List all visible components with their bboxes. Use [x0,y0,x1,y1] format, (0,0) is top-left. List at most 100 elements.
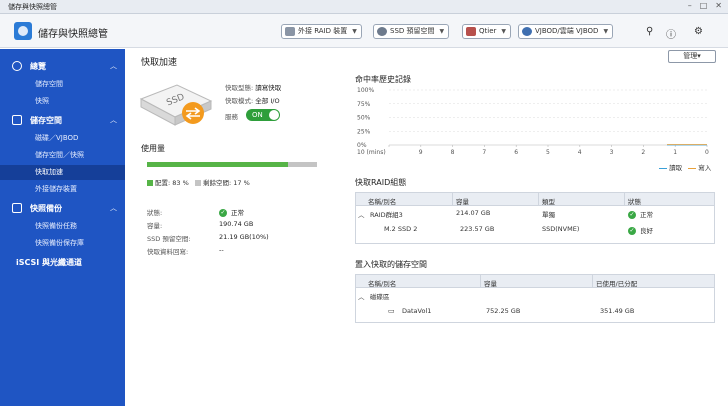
sidebar-section-iscsi[interactable]: iSCSI 與光纖通道 [0,254,125,270]
collapse-icon[interactable]: ︿ [358,209,365,219]
storage-icon [12,115,22,125]
close-icon[interactable]: ✕ [715,1,722,10]
raid-type: 單獨 [542,211,555,219]
sidebar-item-storage-snapshots[interactable]: 儲存空間／快照 [0,148,125,163]
sidebar: 總覽 ︿ 儲存空間 快照 儲存空間 ︿ 磁碟／VJBOD 儲存空間／快照 快取加… [0,49,125,406]
table-row[interactable]: ︿ RAID群組3 214.07 GB 單獨 ✓ 正常 [356,206,714,222]
search-tool-icon[interactable]: ⚲ [646,26,653,37]
sidebar-item-storage[interactable]: 儲存空間 [0,77,125,92]
cache-type: 快取型態: 讀寫快取 [225,84,282,92]
sidebar-item-snapshot-jobs[interactable]: 快照備份任務 [0,219,125,234]
sidebar-item-snapshot[interactable]: 快照 [0,94,125,109]
vjbod-button[interactable]: VJBOD/雲端 VJBOD ▼ [518,24,614,39]
usage-title: 使用量 [141,144,165,153]
cache-type-value: 讀寫快取 [255,84,282,92]
app-logo-icon [14,22,32,40]
check-icon: ✓ [628,227,636,235]
x-tick-label: 4 [578,149,582,156]
cached-spaces-title: 置入快取的儲存空間 [355,260,427,269]
x-tick-label: 10 (mins) [357,149,386,156]
used-legend-label: 配置: 83 % [155,179,189,187]
qtier-button[interactable]: Qtier ▼ [462,24,512,39]
table-header: 名稱/別名 容量 類型 狀態 [356,193,714,206]
usage-bar [147,162,317,167]
ssd-overprovisioning-label: SSD 預留空間 [390,27,435,35]
service-label: 服務 [225,113,238,121]
x-tick-label: 2 [641,149,645,156]
x-tick-label: 3 [610,149,614,156]
sidebar-item-external-storage[interactable]: 外接儲存裝置 [0,182,125,197]
y-tick-label: 50% [357,115,371,122]
sidebar-item-disks[interactable]: 磁碟／VJBOD [0,131,125,146]
raid-capacity: 214.07 GB [456,209,491,217]
help-icon[interactable]: ⓘ [666,26,676,41]
column-header[interactable]: 名稱/別名 [368,278,396,288]
vjbod-icon [522,27,532,36]
column-header[interactable]: 容量 [484,278,497,288]
disk-name: M.2 SSD 2 [384,225,418,233]
y-tick-label: 75% [357,101,371,108]
sidebar-section-overview[interactable]: 總覽 ︿ [0,58,125,74]
check-icon: ✓ [628,211,636,219]
free-legend-swatch [194,180,201,186]
detail-label-capacity: 容量: [147,222,163,230]
manage-button[interactable]: 管理▾ [668,50,716,63]
read-legend-label: 讀取 [669,164,683,172]
write-legend-label: 寫入 [698,164,712,172]
ssd-overprovisioning-button[interactable]: SSD 預留空間 ▼ [373,24,450,39]
ssd-drive-icon: SSD [139,84,213,126]
minimize-icon[interactable]: – [688,1,692,10]
table-row[interactable]: ︿ 磁碟區 [356,288,714,304]
hit-history-legend: 讀取 寫入 [659,162,711,172]
chevron-down-icon: ▼ [439,28,445,35]
window-titlebar: 儲存與快照總管 – □ ✕ [0,0,728,14]
x-tick-label: 7 [482,149,486,156]
sidebar-section-snapshot-backup[interactable]: 快照備份 ︿ [0,200,125,216]
column-header[interactable]: 容量 [456,196,469,206]
sidebar-item-cache-acceleration[interactable]: 快取加速 [0,165,125,180]
x-tick-label: 5 [546,149,550,156]
detail-value-status: ✓ 正常 [219,209,244,217]
y-tick-label: 0% [357,142,367,149]
column-header[interactable]: 類型 [542,196,555,206]
gear-icon[interactable]: ⚙ [694,26,703,37]
sidebar-section-label: 快照備份 [30,204,62,213]
disk-type: SSD(NVME) [542,225,580,233]
table-header: 名稱/別名 容量 已使用/已分配 [356,275,714,288]
table-row[interactable]: M.2 SSD 2 223.57 GB SSD(NVME) ✓ 良好 [356,222,714,238]
column-header[interactable]: 已使用/已分配 [596,278,637,288]
x-tick-label: 9 [419,149,423,156]
sidebar-section-label: 儲存空間 [30,116,62,125]
app-header: 儲存與快照總管 外接 RAID 裝置 ▼ SSD 預留空間 ▼ Qtier ▼ … [0,14,728,48]
y-tick-label: 100% [357,87,374,94]
y-tick-label: 25% [357,128,371,135]
column-header[interactable]: 狀態 [628,196,641,206]
used-legend-swatch [147,180,153,186]
detail-value-capacity: 190.74 GB [219,220,254,228]
read-legend-swatch [659,167,667,169]
external-raid-button[interactable]: 外接 RAID 裝置 ▼ [281,24,362,39]
table-row[interactable]: ▭ DataVol1 752.25 GB 351.49 GB [356,304,714,320]
sidebar-section-storage[interactable]: 儲存空間 ︿ [0,112,125,128]
volume-used: 351.49 GB [600,307,635,315]
cache-mode-value: 全部 I/O [255,97,280,105]
hit-history-title: 命中率歷史記錄 [355,75,411,84]
sidebar-item-snapshot-vault[interactable]: 快照備份保存庫 [0,236,125,251]
collapse-icon[interactable]: ︿ [358,291,365,301]
column-header[interactable]: 名稱/別名 [368,196,396,206]
maximize-icon[interactable]: □ [700,1,708,10]
disk-capacity: 223.57 GB [460,225,495,233]
disk-status: ✓ 良好 [628,227,653,235]
chevron-down-icon: ▼ [603,28,609,35]
check-icon: ✓ [219,209,227,217]
free-legend-label: 剩餘空間: 17 % [202,179,250,187]
cache-service-toggle[interactable]: ON [246,109,280,121]
detail-label-writeback: 快取資料回寫: [147,248,189,256]
x-tick-label: 8 [451,149,455,156]
raid-status: ✓ 正常 [628,211,653,219]
cached-spaces-table: 名稱/別名 容量 已使用/已分配 ︿ 磁碟區 ▭ DataVol1 752.25… [355,274,715,323]
detail-label-ssd-reserve: SSD 預留空間: [147,235,191,243]
chevron-down-icon: ▼ [501,28,507,35]
volume-icon: ▭ [388,307,395,315]
x-tick-label: 1 [673,149,677,156]
